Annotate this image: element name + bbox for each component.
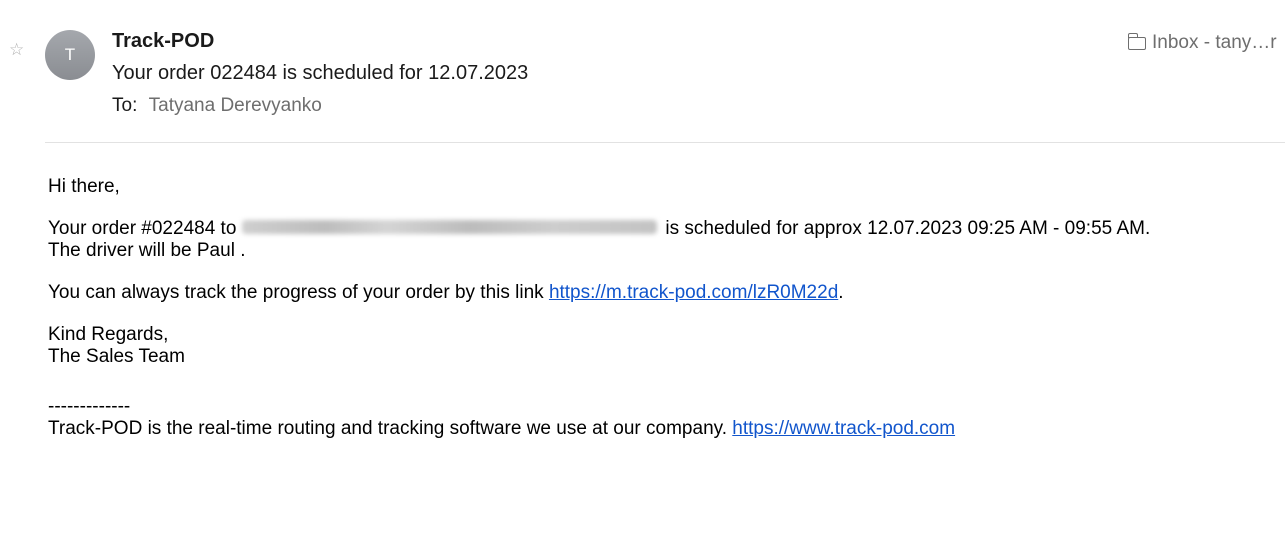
driver-line: The driver will be Paul . [48, 240, 246, 261]
email-body: Hi there, Your order #022484 to is schedu… [48, 176, 1278, 460]
avatar: T [45, 30, 95, 80]
tracking-paragraph: You can always track the progress of you… [48, 282, 1278, 304]
recipient-name[interactable]: Tatyana Derevyanko [149, 95, 322, 116]
folder-icon [1127, 32, 1146, 50]
order-prefix: Your order #022484 to [48, 218, 237, 239]
star-icon[interactable]: ☆ [9, 42, 24, 59]
sender-name: Track-POD [112, 30, 215, 52]
order-suffix: is scheduled for approx 12.07.2023 09:25… [665, 218, 1151, 239]
footer-link[interactable]: https://www.track-pod.com [732, 418, 955, 439]
recipient-row: To: Tatyana Derevyanko [112, 95, 322, 117]
track-suffix: . [838, 282, 844, 303]
mailbox-location[interactable]: Inbox - tany…r [1127, 32, 1277, 54]
footer: ------------- Track-POD is the real-time… [48, 396, 1278, 440]
order-paragraph: Your order #022484 to is scheduled for ap… [48, 218, 1278, 262]
track-prefix: You can always track the progress of you… [48, 282, 544, 303]
separator: ------------- [48, 396, 131, 417]
avatar-initial: T [64, 45, 76, 64]
mailbox-label: Inbox - tany…r [1152, 32, 1277, 53]
signature: Kind Regards, The Sales Team [48, 324, 1278, 368]
greeting: Hi there, [48, 176, 120, 197]
redacted-address [242, 220, 658, 235]
team-name: The Sales Team [48, 346, 185, 367]
header-divider [45, 142, 1285, 143]
to-label: To: [112, 95, 138, 116]
footer-text: Track-POD is the real-time routing and t… [48, 418, 727, 439]
tracking-link[interactable]: https://m.track-pod.com/lzR0M22d [549, 282, 838, 303]
regards: Kind Regards, [48, 324, 169, 345]
email-subject: Your order 022484 is scheduled for 12.07… [112, 62, 529, 84]
